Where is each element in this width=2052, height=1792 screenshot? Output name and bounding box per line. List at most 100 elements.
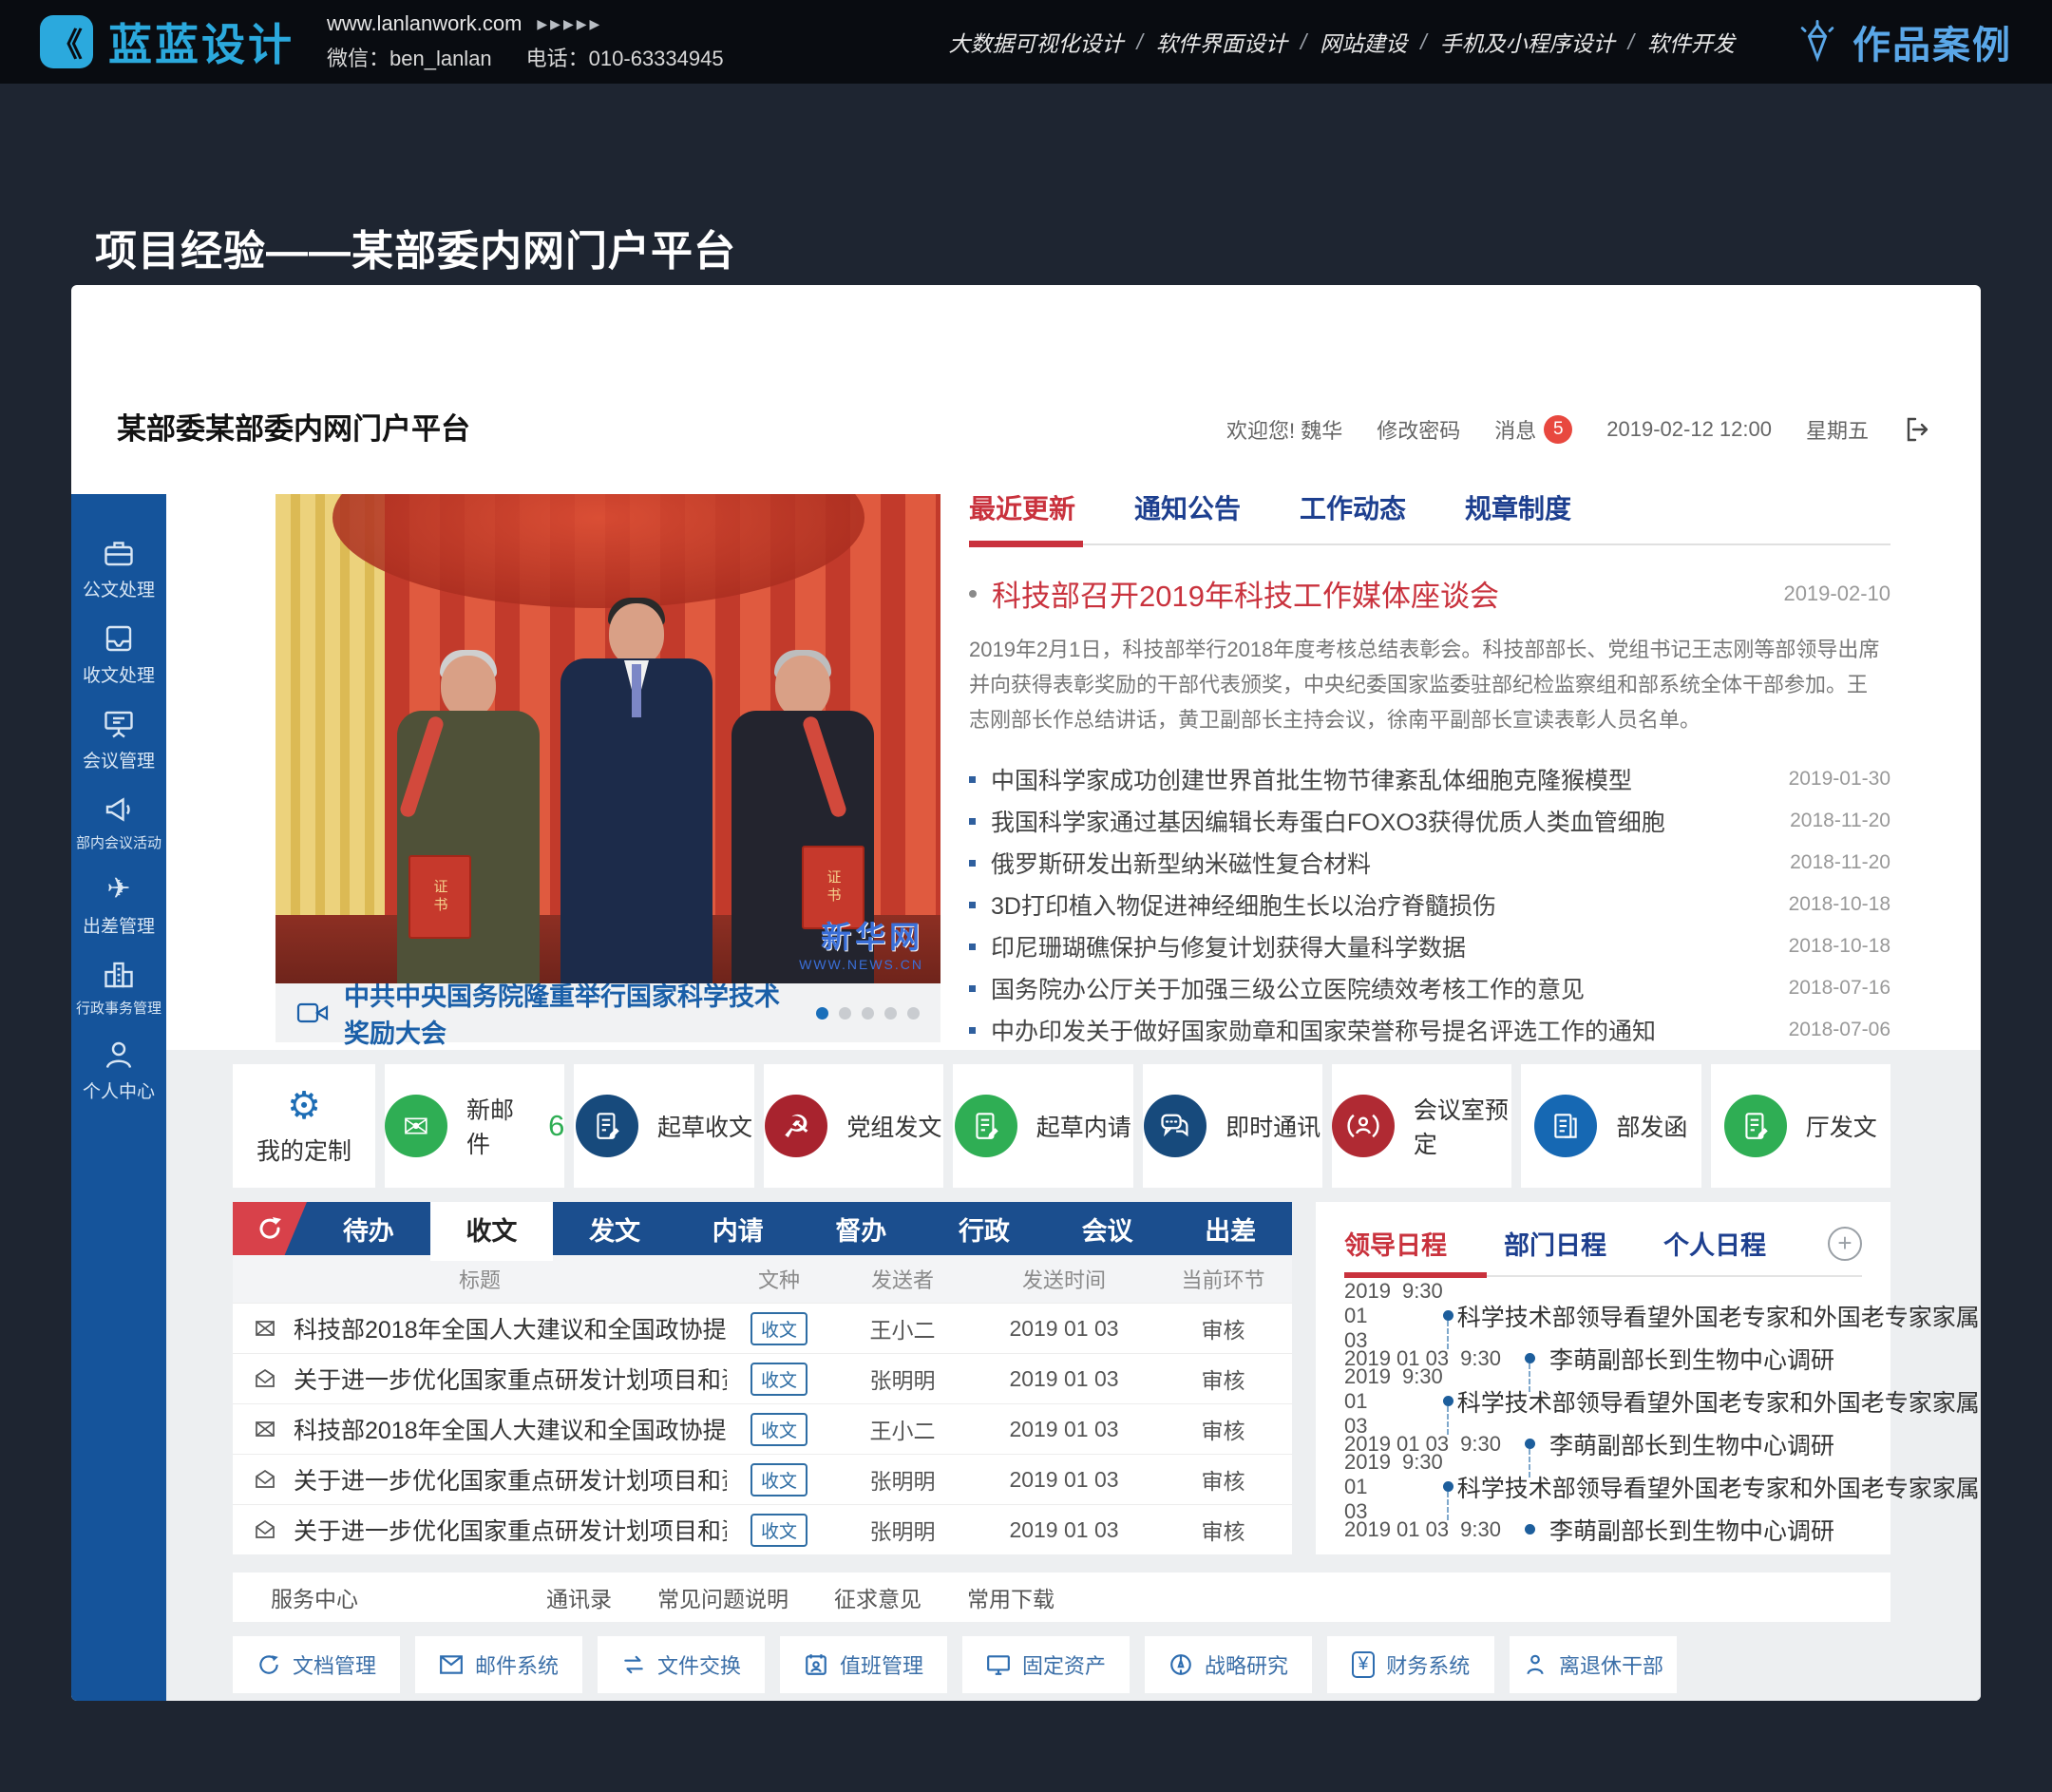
nav-item-dev[interactable]: 软件开发 bbox=[1647, 26, 1735, 58]
schedule-item[interactable]: 2019 01 039:30 科学技术部领导看望外国老专家和外国老专家家属 bbox=[1344, 1465, 1862, 1508]
table-row[interactable]: 科技部2018年全国人大建议和全国政协提案办理情况 收文 王小二 2019 01… bbox=[233, 1303, 1292, 1353]
app-mail-system[interactable]: 邮件系统 bbox=[415, 1636, 582, 1693]
bullet-icon bbox=[969, 985, 976, 992]
exchange-icon bbox=[621, 1652, 646, 1677]
tab-received[interactable]: 收文 bbox=[430, 1202, 554, 1255]
sidebar-item-personal-center[interactable]: 个人中心 bbox=[71, 1038, 166, 1103]
tab-todo[interactable]: 待办 bbox=[307, 1202, 430, 1255]
link-downloads[interactable]: 常用下载 bbox=[967, 1581, 1054, 1613]
col-header-title: 标题 bbox=[233, 1264, 727, 1294]
link-service-center[interactable]: 服务中心 bbox=[271, 1581, 358, 1613]
sidebar: 公文处理 收文处理 会议管理 部内会议活动 ✈ bbox=[71, 494, 166, 1701]
sidebar-item-official-docs[interactable]: 公文处理 bbox=[71, 536, 166, 601]
sidebar-item-dept-activities[interactable]: 部内会议活动 bbox=[71, 792, 166, 852]
news-item-date: 2018-11-20 bbox=[1790, 810, 1890, 832]
schedule-list: 2019 01 039:30 科学技术部领导看望外国老专家和外国老专家家属 20… bbox=[1344, 1294, 1862, 1551]
tab-issued[interactable]: 发文 bbox=[553, 1202, 676, 1255]
featured-news[interactable]: 科技部召开2019年科技工作媒体座谈会 2019-02-10 bbox=[969, 572, 1890, 615]
tab-meeting[interactable]: 会议 bbox=[1046, 1202, 1169, 1255]
news-item[interactable]: 国务院办公厅关于加强三级公立医院绩效考核工作的意见 2018-07-16 bbox=[969, 967, 1890, 1009]
news-item[interactable]: 中国科学家成功创建世界首批生物节律紊乱体细胞克隆猴模型 2019-01-30 bbox=[969, 758, 1890, 800]
news-item[interactable]: 印尼珊瑚礁保护与修复计划获得大量科学数据 2018-10-18 bbox=[969, 925, 1890, 967]
news-item-date: 2018-07-16 bbox=[1789, 977, 1890, 1000]
tab-admin[interactable]: 行政 bbox=[922, 1202, 1046, 1255]
datetime-text: 2019-02-12 12:00 bbox=[1606, 417, 1772, 442]
carousel-caption[interactable]: 中共中央国务院隆重举行国家科学技术奖励大会 bbox=[344, 976, 801, 1050]
news-carousel: 证书 证书 新华网 WWW.NEW bbox=[276, 494, 940, 1042]
schedule-item[interactable]: 2019 01 039:30 科学技术部领导看望外国老专家和外国老专家家属 bbox=[1344, 1380, 1862, 1422]
tab-personal-schedule[interactable]: 个人日程 bbox=[1663, 1225, 1766, 1262]
table-row[interactable]: 关于进一步优化国家重点研发计划项目和资金管理的通知 收文 张明明 2019 01… bbox=[233, 1454, 1292, 1504]
action-label: 起草内请 bbox=[1036, 1109, 1131, 1143]
tab-internal[interactable]: 内请 bbox=[676, 1202, 800, 1255]
action-party-issue[interactable]: ☭ 党组发文 bbox=[764, 1064, 943, 1188]
tab-regulations[interactable]: 规章制度 bbox=[1465, 488, 1571, 526]
timeline-dot bbox=[1513, 1508, 1546, 1551]
add-schedule-button[interactable]: + bbox=[1828, 1227, 1862, 1261]
carousel-dot[interactable] bbox=[884, 1007, 897, 1020]
nav-separator: / bbox=[1136, 29, 1142, 55]
sidebar-item-label: 出差管理 bbox=[83, 912, 155, 938]
news-item[interactable]: 中办印发关于做好国家勋章和国家荣誉称号提名评选工作的通知 2018-07-06 bbox=[969, 1009, 1890, 1051]
nav-item-mobile[interactable]: 手机及小程序设计 bbox=[1440, 26, 1615, 58]
action-draft-internal[interactable]: 起草内请 bbox=[953, 1064, 1132, 1188]
logo-text[interactable]: 蓝蓝设计 bbox=[108, 10, 294, 73]
tab-work-news[interactable]: 工作动态 bbox=[1300, 488, 1406, 526]
action-my-customization[interactable]: ⚙ 我的定制 bbox=[233, 1064, 375, 1188]
sidebar-item-meetings[interactable]: 会议管理 bbox=[71, 707, 166, 772]
link-contacts[interactable]: 通讯录 bbox=[546, 1581, 612, 1613]
link-feedback[interactable]: 征求意见 bbox=[834, 1581, 922, 1613]
tab-notices[interactable]: 通知公告 bbox=[1134, 488, 1241, 526]
sidebar-item-label: 部内会议活动 bbox=[76, 832, 162, 852]
carousel-dot[interactable] bbox=[862, 1007, 874, 1020]
action-instant-messaging[interactable]: 即时通讯 bbox=[1143, 1064, 1322, 1188]
link-faq[interactable]: 常见问题说明 bbox=[657, 1581, 788, 1613]
carousel-dot[interactable] bbox=[816, 1007, 828, 1020]
app-fixed-assets[interactable]: 固定资产 bbox=[962, 1636, 1130, 1693]
schedule-tabs: 领导日程 部门日程 个人日程 + bbox=[1344, 1225, 1862, 1262]
news-item[interactable]: 3D打印植入物促进神经细胞生长以治疗脊髓损伤 2018-10-18 bbox=[969, 884, 1890, 925]
nav-item-web[interactable]: 网站建设 bbox=[1320, 26, 1407, 58]
tab-trip[interactable]: 出差 bbox=[1168, 1202, 1292, 1255]
action-label: 新邮件 bbox=[466, 1092, 529, 1160]
app-finance-system[interactable]: ¥ 财务系统 bbox=[1327, 1636, 1494, 1693]
change-password-link[interactable]: 修改密码 bbox=[1377, 414, 1460, 445]
portfolio-button[interactable]: 作品案例 bbox=[1796, 14, 2012, 69]
sidebar-item-admin-affairs[interactable]: 行政事务管理 bbox=[71, 958, 166, 1018]
app-duty-management[interactable]: 值班管理 bbox=[780, 1636, 947, 1693]
carousel-dot[interactable] bbox=[907, 1007, 920, 1020]
refresh-button[interactable] bbox=[233, 1202, 307, 1255]
sync-icon bbox=[256, 1652, 281, 1677]
nav-item-bigdata[interactable]: 大数据可视化设计 bbox=[948, 26, 1123, 58]
app-doc-management[interactable]: 文档管理 bbox=[233, 1636, 400, 1693]
carousel-dot[interactable] bbox=[839, 1007, 851, 1020]
action-draft-received[interactable]: 起草收文 bbox=[574, 1064, 753, 1188]
news-item[interactable]: 我国科学家通过基因编辑长寿蛋白FOXO3获得优质人类血管细胞 2018-11-2… bbox=[969, 800, 1890, 842]
nav-item-ui[interactable]: 软件界面设计 bbox=[1156, 26, 1287, 58]
lanlan-logo-icon[interactable]: 《 bbox=[40, 15, 93, 68]
top-banner: 《 蓝蓝设计 www.lanlanwork.com ▶▶▶▶▶ 微信：ben_l… bbox=[0, 0, 2052, 84]
schedule-item[interactable]: 2019 01 039:30 科学技术部领导看望外国老专家和外国老专家家属 bbox=[1344, 1294, 1862, 1337]
action-new-mail[interactable]: ✉ 新邮件 6 bbox=[385, 1064, 564, 1188]
app-file-exchange[interactable]: 文件交换 bbox=[598, 1636, 765, 1693]
action-office-issue[interactable]: 厅发文 bbox=[1711, 1064, 1890, 1188]
table-row[interactable]: 科技部2018年全国人大建议和全国政协提案办理情况 收文 王小二 2019 01… bbox=[233, 1403, 1292, 1454]
table-row[interactable]: 关于进一步优化国家重点研发计划项目和资金管理的通知 收文 张明明 2019 01… bbox=[233, 1504, 1292, 1554]
tab-recent-updates[interactable]: 最近更新 bbox=[969, 488, 1075, 526]
messages-link[interactable]: 消息 5 bbox=[1494, 414, 1572, 445]
logout-icon[interactable] bbox=[1903, 415, 1931, 444]
tab-supervision[interactable]: 督办 bbox=[800, 1202, 923, 1255]
row-title: 科技部2018年全国人大建议和全国政协提案办理情况 bbox=[294, 1412, 727, 1446]
news-item[interactable]: 俄罗斯研发出新型纳米磁性复合材料 2018-11-20 bbox=[969, 842, 1890, 884]
sidebar-item-business-trips[interactable]: ✈ 出差管理 bbox=[71, 872, 166, 938]
tab-dept-schedule[interactable]: 部门日程 bbox=[1504, 1225, 1606, 1262]
app-strategy-research[interactable]: 战略研究 bbox=[1145, 1636, 1312, 1693]
site-url[interactable]: www.lanlanwork.com bbox=[327, 11, 522, 36]
tab-leader-schedule[interactable]: 领导日程 bbox=[1344, 1225, 1447, 1262]
action-ministry-letter[interactable]: 部发函 bbox=[1521, 1064, 1700, 1188]
app-retired-cadres[interactable]: 离退休干部 bbox=[1510, 1636, 1677, 1693]
action-meeting-room-booking[interactable]: 会议室预定 bbox=[1332, 1064, 1511, 1188]
table-row[interactable]: 关于进一步优化国家重点研发计划项目和资金管理的通知 收文 张明明 2019 01… bbox=[233, 1353, 1292, 1403]
sidebar-item-received-docs[interactable]: 收文处理 bbox=[71, 621, 166, 687]
carousel-photo[interactable]: 证书 证书 新华网 WWW.NEW bbox=[276, 494, 940, 983]
